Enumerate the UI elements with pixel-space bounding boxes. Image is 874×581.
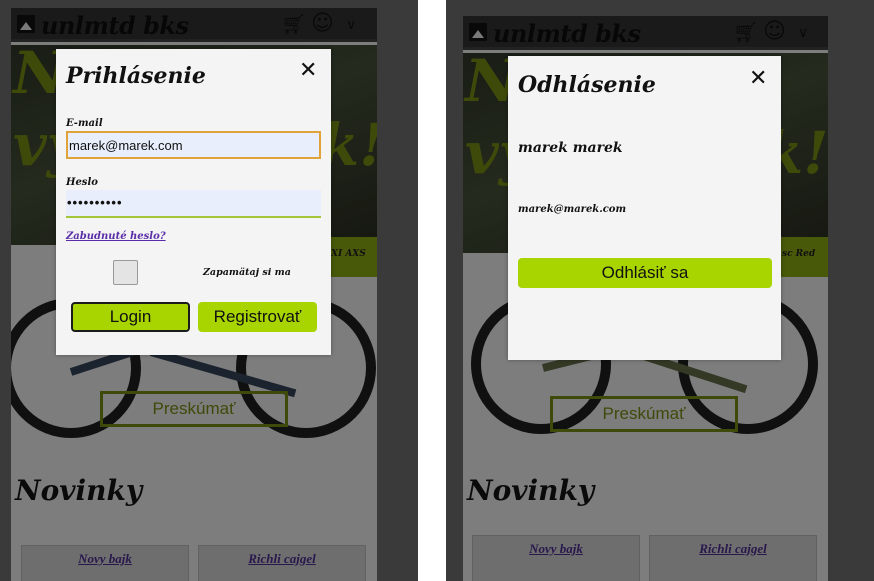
login-modal-title: Prihlásenie	[66, 63, 206, 89]
right-screenshot: unlmtd bks 🛒︎ ☺︎ ∨ Na vy k! sc Red Presk…	[446, 0, 874, 581]
user-name: marek marek	[518, 140, 623, 156]
remember-me-checkbox[interactable]	[113, 260, 138, 285]
left-screenshot: unlmtd bks 🛒︎ ☺︎ ∨ Na vy k! XI AXS Presk…	[0, 0, 418, 581]
forgot-password-link[interactable]: Zabudnuté heslo?	[66, 231, 166, 242]
logout-modal: Odhlásenie ✕ marek marek marek@marek.com…	[508, 56, 781, 360]
password-value: ••••••••••	[67, 195, 123, 210]
close-icon[interactable]: ✕	[299, 60, 317, 82]
remember-me-label: Zapamätaj si ma	[203, 267, 291, 278]
logout-button-label: Odhlásiť sa	[601, 263, 689, 282]
login-button-label: Login	[109, 307, 152, 326]
register-button-label: Registrovať	[213, 307, 302, 326]
logout-modal-title: Odhlásenie	[518, 72, 656, 98]
login-modal: Prihlásenie ✕ E-mail Heslo •••••••••• Za…	[56, 49, 331, 355]
password-field[interactable]: ••••••••••	[66, 190, 321, 218]
user-email: marek@marek.com	[518, 204, 627, 215]
logout-button[interactable]: Odhlásiť sa	[518, 258, 772, 288]
password-label: Heslo	[66, 177, 98, 188]
email-field[interactable]	[66, 131, 321, 159]
login-button[interactable]: Login	[71, 302, 190, 332]
register-button[interactable]: Registrovať	[198, 302, 317, 332]
email-label: E-mail	[66, 118, 103, 129]
close-icon[interactable]: ✕	[749, 68, 767, 90]
